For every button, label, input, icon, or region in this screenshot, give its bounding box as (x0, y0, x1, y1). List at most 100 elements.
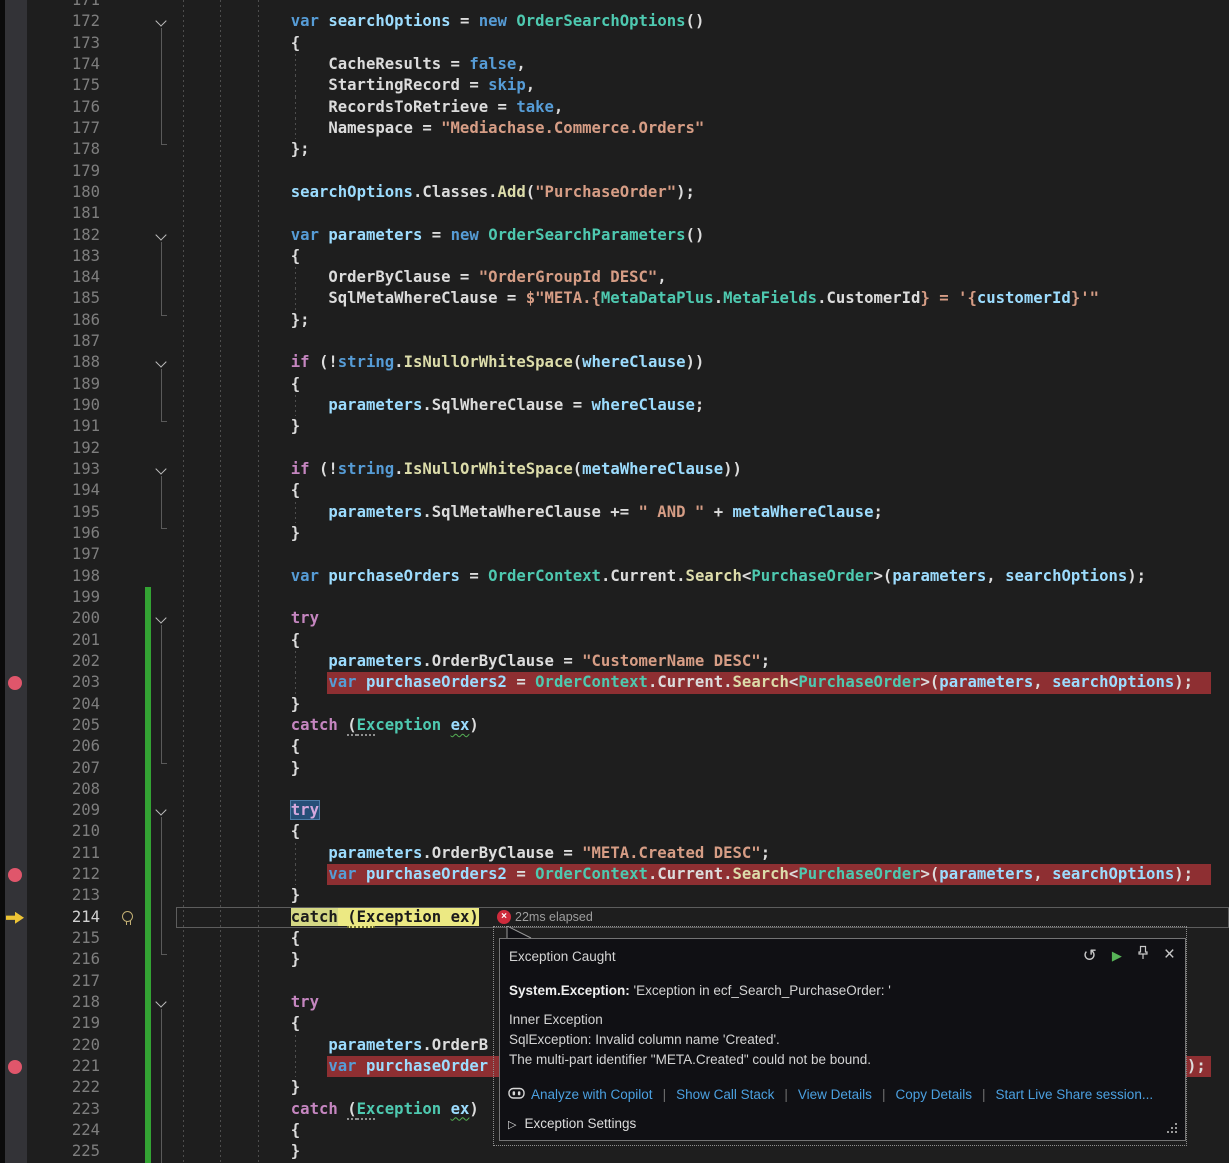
code-text[interactable]: { (178, 1120, 300, 1141)
code-line[interactable]: 189 { (0, 374, 1229, 395)
code-line[interactable]: 188 if (!string.IsNullOrWhiteSpace(where… (0, 352, 1229, 373)
code-text[interactable]: var purchaseOrders2 = OrderContext.Curre… (178, 864, 1193, 885)
fold-chevron-icon[interactable] (155, 357, 166, 368)
code-line[interactable]: 175 StartingRecord = skip, (0, 75, 1229, 96)
code-text[interactable]: catch (Exception ex) (178, 715, 479, 736)
code-text[interactable]: } (178, 523, 300, 544)
code-text[interactable]: }; (178, 139, 310, 160)
code-text[interactable]: var parameters = new OrderSearchParamete… (178, 225, 704, 246)
code-line[interactable]: 194 { (0, 480, 1229, 501)
code-text[interactable]: SqlMetaWhereClause = $"META.{MetaDataPlu… (178, 288, 1099, 309)
code-line[interactable]: 199 (0, 587, 1229, 608)
code-text[interactable]: parameters.OrderByClause = "CustomerName… (178, 651, 770, 672)
code-line[interactable]: 208 (0, 779, 1229, 800)
fold-chevron-icon[interactable] (155, 804, 166, 815)
code-line[interactable]: 176 RecordsToRetrieve = take, (0, 97, 1229, 118)
code-text[interactable]: { (178, 1013, 300, 1034)
show-call-stack-link[interactable]: Show Call Stack (676, 1087, 774, 1102)
code-text[interactable]: } (178, 758, 300, 779)
code-line[interactable]: 212 var purchaseOrders2 = OrderContext.C… (0, 864, 1229, 885)
code-line[interactable]: 197 (0, 544, 1229, 565)
code-text[interactable]: var purchaseOrders2 = OrderContext.Curre… (178, 672, 1193, 693)
code-line[interactable]: 206 { (0, 736, 1229, 757)
play-icon[interactable]: ▶ (1112, 949, 1122, 962)
breakpoint-icon[interactable] (8, 676, 22, 690)
code-text[interactable]: var purchaseOrder (178, 1056, 488, 1077)
code-text[interactable]: }; (178, 310, 310, 331)
code-line[interactable]: 195 parameters.SqlMetaWhereClause += " A… (0, 502, 1229, 523)
code-line[interactable]: 190 parameters.SqlWhereClause = whereCla… (0, 395, 1229, 416)
fold-chevron-icon[interactable] (155, 613, 166, 624)
pin-icon[interactable] (1137, 945, 1149, 965)
code-text[interactable]: var purchaseOrders = OrderContext.Curren… (178, 566, 1146, 587)
code-text[interactable]: RecordsToRetrieve = take, (178, 97, 563, 118)
code-line[interactable]: 203 var purchaseOrders2 = OrderContext.C… (0, 672, 1229, 693)
code-text[interactable]: OrderByClause = "OrderGroupId DESC", (178, 267, 667, 288)
code-line[interactable]: 204 } (0, 694, 1229, 715)
code-line[interactable]: 191 } (0, 416, 1229, 437)
code-text[interactable]: catch (Exception ex) (178, 907, 479, 928)
code-line[interactable]: 202 parameters.OrderByClause = "Customer… (0, 651, 1229, 672)
breakpoint-icon[interactable] (8, 868, 22, 882)
code-line[interactable]: 207 } (0, 758, 1229, 779)
fold-chevron-icon[interactable] (155, 996, 166, 1007)
code-text[interactable]: { (178, 630, 300, 651)
code-line[interactable]: 196 } (0, 523, 1229, 544)
analyze-with-copilot-link[interactable]: Analyze with Copilot (531, 1087, 653, 1102)
exception-settings-expander[interactable]: ▷Exception Settings (508, 1116, 636, 1131)
code-text[interactable]: try (178, 800, 319, 821)
code-line[interactable]: 173 { (0, 33, 1229, 54)
code-text[interactable]: } (178, 1077, 300, 1098)
code-text[interactable]: StartingRecord = skip, (178, 75, 535, 96)
code-text[interactable]: { (178, 480, 300, 501)
fold-chevron-icon[interactable] (155, 229, 166, 240)
code-line[interactable]: 187 (0, 331, 1229, 352)
code-line[interactable]: 205 catch (Exception ex) (0, 715, 1229, 736)
code-text[interactable]: { (178, 374, 300, 395)
code-line[interactable]: 186 }; (0, 310, 1229, 331)
code-text[interactable]: { (178, 246, 300, 267)
code-text[interactable]: } (178, 416, 300, 437)
code-line[interactable]: 174 CacheResults = false, (0, 54, 1229, 75)
code-line[interactable]: 171 (0, 0, 1229, 11)
code-line[interactable]: 213 } (0, 885, 1229, 906)
close-icon[interactable]: × (1164, 947, 1175, 963)
code-line[interactable]: 211 parameters.OrderByClause = "META.Cre… (0, 843, 1229, 864)
code-line[interactable]: 192 (0, 438, 1229, 459)
code-text[interactable]: parameters.OrderB (178, 1035, 488, 1056)
code-text[interactable]: } (178, 885, 300, 906)
code-text[interactable]: CacheResults = false, (178, 54, 526, 75)
code-text[interactable]: if (!string.IsNullOrWhiteSpace(metaWhere… (178, 459, 742, 480)
code-text[interactable]: { (178, 33, 300, 54)
code-line[interactable]: 209 try (0, 800, 1229, 821)
lightbulb-icon[interactable] (122, 911, 133, 922)
code-line[interactable]: 177 Namespace = "Mediachase.Commerce.Ord… (0, 118, 1229, 139)
code-line[interactable]: 200 try (0, 608, 1229, 629)
code-line[interactable]: 178 }; (0, 139, 1229, 160)
code-line[interactable]: 214 catch (Exception ex) (0, 907, 1229, 928)
code-text[interactable]: var searchOptions = new OrderSearchOptio… (178, 11, 704, 32)
view-details-link[interactable]: View Details (798, 1087, 872, 1102)
code-line[interactable]: 201 { (0, 630, 1229, 651)
code-line[interactable]: 172 var searchOptions = new OrderSearchO… (0, 11, 1229, 32)
code-text[interactable]: searchOptions.Classes.Add("PurchaseOrder… (178, 182, 695, 203)
code-line[interactable]: 184 OrderByClause = "OrderGroupId DESC", (0, 267, 1229, 288)
code-text[interactable]: parameters.OrderByClause = "META.Created… (178, 843, 770, 864)
code-text[interactable]: { (178, 821, 300, 842)
code-text[interactable]: { (178, 928, 300, 949)
fold-chevron-icon[interactable] (155, 16, 166, 27)
code-line[interactable]: 193 if (!string.IsNullOrWhiteSpace(metaW… (0, 459, 1229, 480)
fold-chevron-icon[interactable] (155, 463, 166, 474)
start-live-share-link[interactable]: Start Live Share session... (996, 1087, 1154, 1102)
perf-tip[interactable]: × 22ms elapsed (497, 907, 593, 927)
code-line[interactable]: 185 SqlMetaWhereClause = $"META.{MetaDat… (0, 288, 1229, 309)
code-line[interactable]: 210 { (0, 821, 1229, 842)
code-text[interactable]: } (178, 1141, 300, 1162)
code-line[interactable]: 181 (0, 203, 1229, 224)
code-line[interactable]: 180 searchOptions.Classes.Add("PurchaseO… (0, 182, 1229, 203)
code-text[interactable]: { (178, 736, 300, 757)
code-line[interactable]: 183 { (0, 246, 1229, 267)
code-line[interactable]: 179 (0, 161, 1229, 182)
code-line[interactable]: 182 var parameters = new OrderSearchPara… (0, 225, 1229, 246)
code-text[interactable]: } (178, 694, 300, 715)
